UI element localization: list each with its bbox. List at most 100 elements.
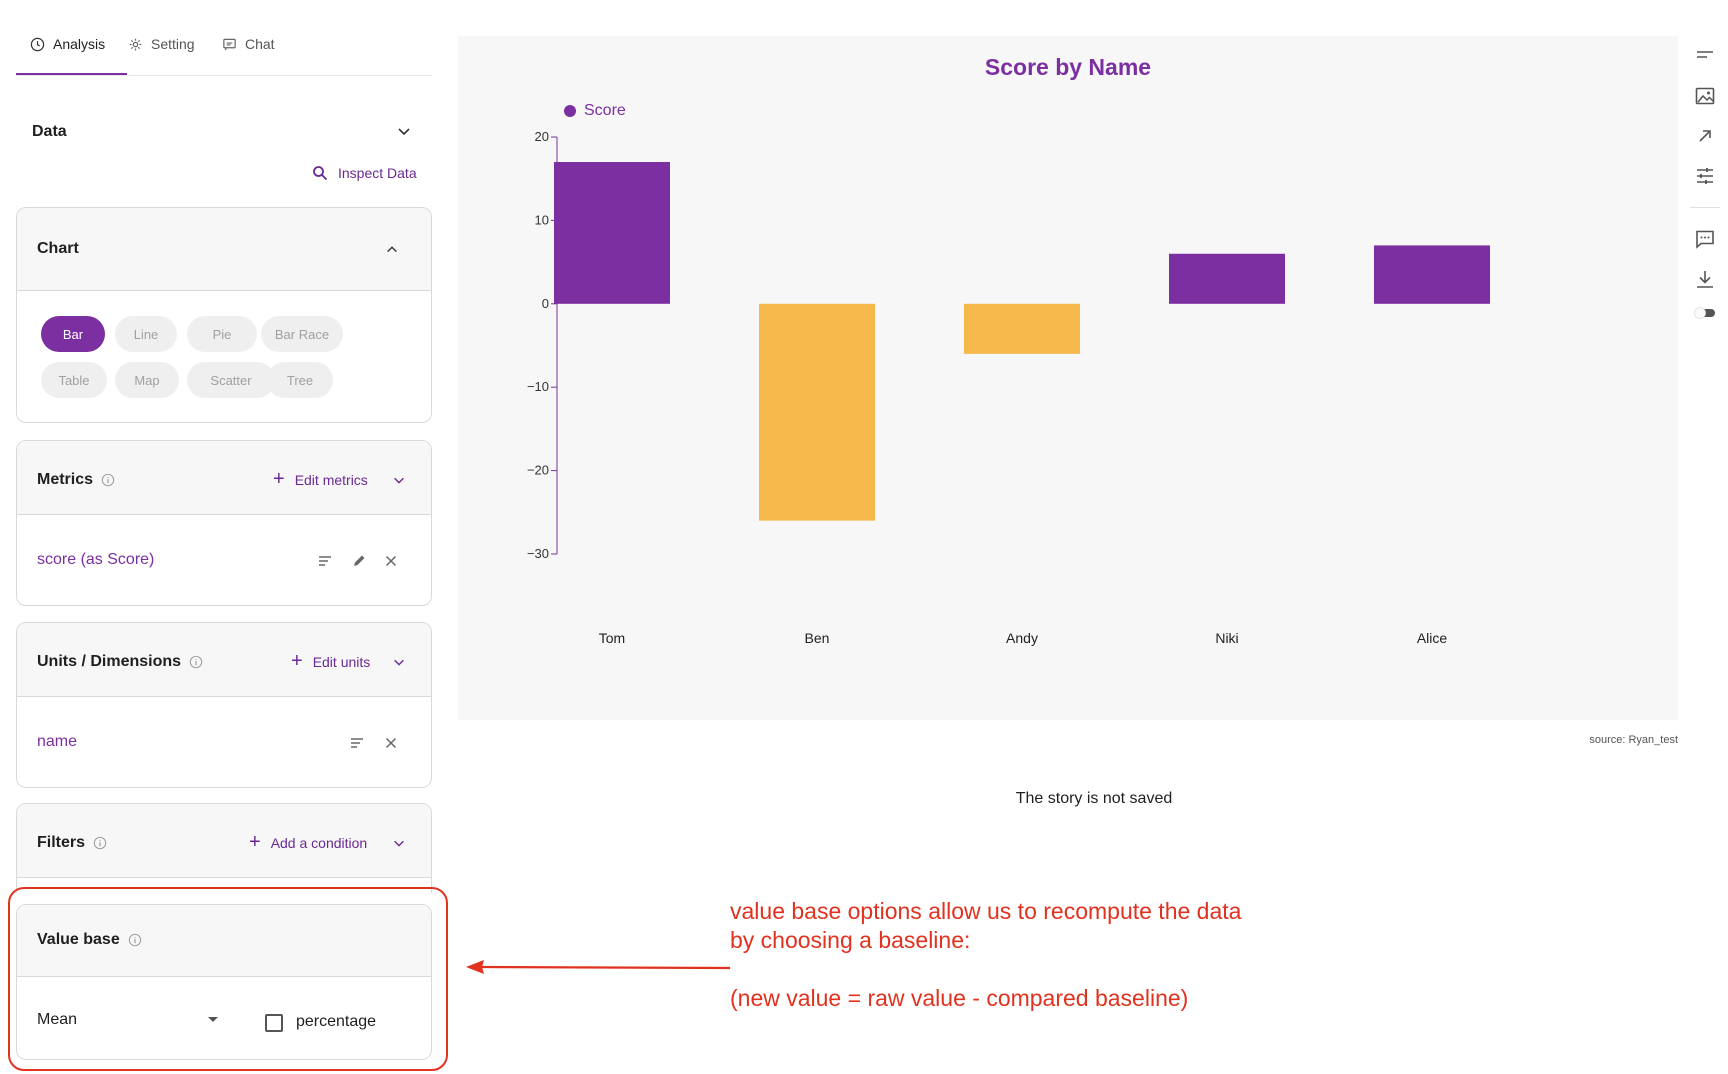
value-base-select[interactable]: Mean xyxy=(37,1011,77,1029)
percentage-checkbox-label: percentage xyxy=(296,1013,377,1030)
toggle-switch-icon xyxy=(1694,307,1715,319)
x-tick-label: Andy xyxy=(1006,630,1038,646)
x-tick-label: Niki xyxy=(1215,630,1238,646)
chevron-down-icon[interactable] xyxy=(396,123,412,139)
chart-type-bar-race[interactable]: Bar Race xyxy=(261,316,343,352)
chart-type-table[interactable]: Table xyxy=(41,362,107,398)
chart-type-tree[interactable]: Tree xyxy=(267,362,333,398)
x-tick-label: Alice xyxy=(1417,630,1448,646)
x-tick-label: Ben xyxy=(805,630,830,646)
value-base-card: Value base Mean percentage xyxy=(16,904,432,1060)
plus-icon: + xyxy=(291,650,303,672)
info-icon[interactable] xyxy=(101,473,115,487)
tab-analysis[interactable]: Analysis xyxy=(30,36,105,76)
data-section-title: Data xyxy=(32,123,67,140)
x-tick-label: Tom xyxy=(599,630,625,646)
sort-tool[interactable] xyxy=(1694,45,1716,67)
annotation-line: value base options allow us to recompute… xyxy=(730,898,1242,924)
bar-niki xyxy=(1169,253,1285,304)
chevron-up-icon[interactable] xyxy=(385,242,399,256)
chart-type-bar[interactable]: Bar xyxy=(41,316,105,352)
inspect-data-button[interactable]: Inspect Data xyxy=(312,165,417,181)
metrics-card: Metrics + Edit metrics score (as Score) xyxy=(16,440,432,606)
edit-units-button[interactable]: + Edit units xyxy=(291,650,371,672)
download-tool[interactable] xyxy=(1694,268,1716,290)
search-icon xyxy=(313,166,328,181)
chart-card-title: Chart xyxy=(37,240,79,257)
tab-chat-label: Chat xyxy=(245,36,275,52)
bar-tom xyxy=(554,162,670,304)
chart-type-map[interactable]: Map xyxy=(115,362,179,398)
sort-icon[interactable] xyxy=(349,735,365,751)
y-tick-label: −30 xyxy=(527,546,549,561)
source-text: source: Ryan_test xyxy=(1589,734,1678,746)
settings-tool[interactable] xyxy=(1694,165,1716,187)
chart-type-line[interactable]: Line xyxy=(115,316,177,352)
annotation-line: by choosing a baseline: xyxy=(730,927,971,953)
bar-chart: 20 10 0 −10 −20 −30 Tom Ben Andy Niki Alice xyxy=(527,129,1490,646)
annotation-text: value base options allow us to recompute… xyxy=(730,897,1241,1013)
chevron-down-icon[interactable] xyxy=(392,836,406,850)
chart-card-header[interactable]: Chart xyxy=(17,208,431,291)
bar-ben xyxy=(759,303,875,521)
display-toggle[interactable] xyxy=(1694,306,1716,319)
edit-units-label: Edit units xyxy=(312,654,371,670)
inspect-data-label: Inspect Data xyxy=(338,165,417,181)
close-icon[interactable] xyxy=(383,735,399,751)
close-icon[interactable] xyxy=(383,553,399,569)
tab-setting[interactable]: Setting xyxy=(128,36,195,76)
tab-setting-label: Setting xyxy=(151,36,195,52)
metrics-card-title: Metrics xyxy=(37,471,115,489)
plus-icon: + xyxy=(249,831,261,853)
chart-panel: Score by Name Score 20 10 0 −10 −20 −30 Tom Ben… xyxy=(458,36,1678,720)
expand-tool[interactable] xyxy=(1694,125,1716,147)
sliders-icon xyxy=(1697,168,1713,184)
units-card-header: Units / Dimensions + Edit units xyxy=(17,623,431,697)
sort-icon[interactable] xyxy=(317,553,333,569)
dropdown-caret-icon[interactable] xyxy=(208,1017,218,1022)
bar-alice xyxy=(1374,245,1490,304)
metrics-card-header: Metrics + Edit metrics xyxy=(17,441,431,515)
value-base-card-header: Value base xyxy=(17,905,431,977)
download-icon xyxy=(1697,271,1713,288)
tab-chat[interactable]: Chat xyxy=(222,36,275,76)
plus-icon: + xyxy=(273,468,285,490)
tab-analysis-label: Analysis xyxy=(53,36,106,52)
annotation-arrow-icon xyxy=(466,960,731,974)
bar-andy xyxy=(964,303,1080,354)
info-icon[interactable] xyxy=(128,933,142,947)
info-icon[interactable] xyxy=(189,655,203,669)
comment-tool[interactable] xyxy=(1694,228,1716,250)
toolbar-divider xyxy=(1690,207,1720,208)
comment-icon xyxy=(1696,230,1714,249)
expand-icon xyxy=(1699,130,1711,142)
filters-card-header: Filters + Add a condition xyxy=(17,804,431,878)
value-base-card-title: Value base xyxy=(37,931,142,949)
y-tick-label: −20 xyxy=(527,463,549,478)
units-dimensions-card: Units / Dimensions + Edit units name xyxy=(16,622,432,788)
sort-icon xyxy=(1697,51,1713,58)
story-status: The story is not saved xyxy=(1015,790,1173,807)
chat-icon xyxy=(223,38,236,51)
percentage-checkbox[interactable] xyxy=(265,1014,283,1032)
chart-type-card: Chart Bar Line Pie Bar Race Table Map Sc… xyxy=(16,207,432,423)
edit-metrics-button[interactable]: + Edit metrics xyxy=(273,468,368,490)
metric-item[interactable]: score (as Score) xyxy=(37,551,154,569)
filters-card-title: Filters xyxy=(37,834,107,852)
add-condition-button[interactable]: + Add a condition xyxy=(249,831,368,853)
image-tool[interactable] xyxy=(1694,85,1716,107)
chart-type-pie[interactable]: Pie xyxy=(187,316,257,352)
chart-type-scatter[interactable]: Scatter xyxy=(187,362,275,398)
y-tick-label: 20 xyxy=(535,129,549,144)
chevron-down-icon[interactable] xyxy=(392,655,406,669)
add-condition-label: Add a condition xyxy=(270,835,368,851)
filters-card: Filters + Add a condition xyxy=(16,803,432,893)
annotation-line: (new value = raw value - compared baseli… xyxy=(730,985,1189,1011)
data-section-header[interactable]: Data xyxy=(16,113,432,153)
y-tick-label: 10 xyxy=(535,212,549,227)
pencil-icon[interactable] xyxy=(351,553,367,569)
chevron-down-icon[interactable] xyxy=(392,473,406,487)
info-icon[interactable] xyxy=(93,836,107,850)
gear-icon xyxy=(129,38,142,51)
unit-item[interactable]: name xyxy=(37,733,77,751)
